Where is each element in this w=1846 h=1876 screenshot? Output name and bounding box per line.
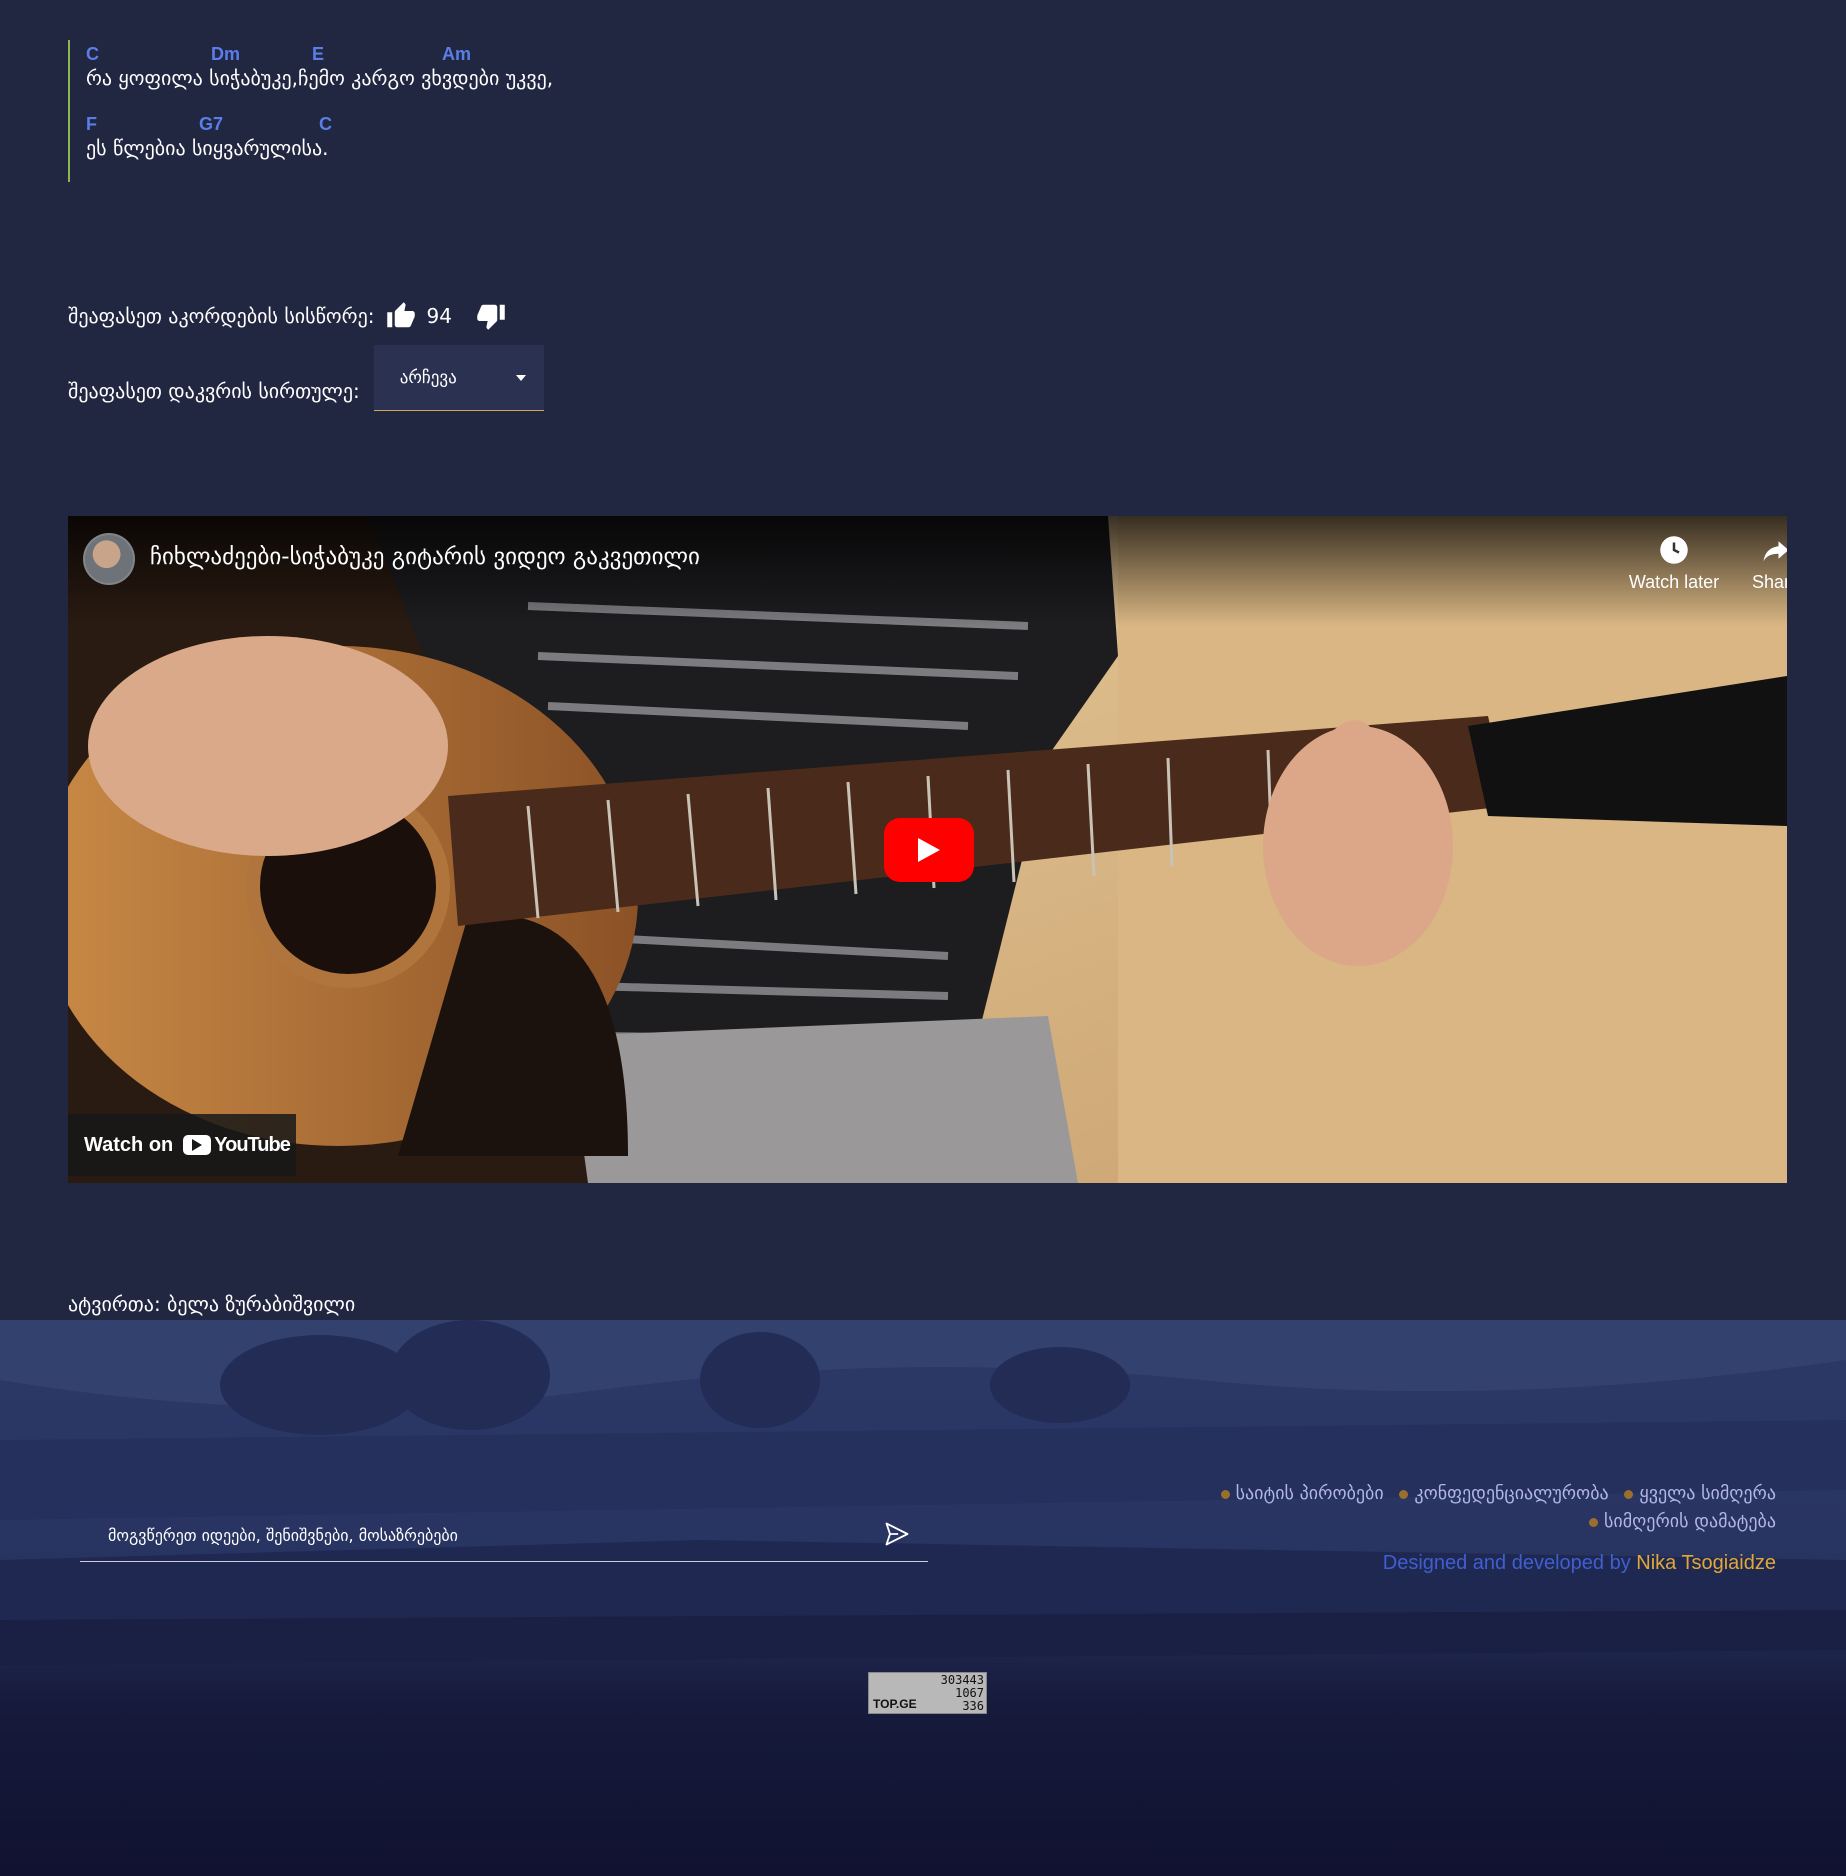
developer-credit: Designed and developed by Nika Tsogiaidz… [1383, 1552, 1776, 1575]
difficulty-select[interactable]: არჩევა [373, 345, 544, 411]
credit-prefix: Designed and developed by [1382, 1552, 1637, 1574]
lyric-text: ეს წლებია სიყვარულისა. [86, 136, 329, 160]
share-label: Share [1751, 572, 1787, 592]
developer-link[interactable]: Nika Tsogiaidze [1636, 1552, 1776, 1574]
difficulty-select-value: არჩევა [399, 367, 457, 388]
difficulty-rating: შეაფასეთ დაკვრის სირთულე: არჩევა [68, 344, 544, 412]
video-title[interactable]: ჩიხლაძეები-სიჭაბუკე გიტარის ვიდეო გაკვეთ… [150, 544, 700, 570]
chord[interactable]: E [312, 44, 324, 65]
watch-later-label: Watch later [1628, 572, 1720, 592]
chord[interactable]: C [319, 114, 332, 135]
play-button[interactable] [884, 818, 974, 882]
footer-link-terms[interactable]: საიტის პირობები [1236, 1483, 1384, 1504]
thumbs-down-icon[interactable] [474, 299, 508, 333]
clock-icon [1624, 532, 1724, 568]
footer-link-all-songs[interactable]: ყველა სიმღერა [1639, 1483, 1776, 1504]
bullet-icon [1624, 1489, 1634, 1499]
uploader-credit: ატვირთა: ბელა ზურაბიშვილი [68, 1292, 356, 1316]
counter-brand: TOP.GE [873, 1697, 917, 1711]
bullet-icon [1399, 1489, 1409, 1499]
vote-count: 94 [426, 304, 452, 328]
youtube-wordmark: YouTube [214, 1133, 291, 1156]
footer-link-privacy[interactable]: კონფედენციალურობა [1414, 1483, 1608, 1504]
accuracy-label: შეაფასეთ აკორდების სისწორე: [68, 304, 375, 328]
watch-on-label: Watch on [84, 1133, 174, 1156]
footer-links: საიტის პირობები კონფედენციალურობა ყველა … [1211, 1480, 1776, 1536]
accuracy-rating: შეაფასეთ აკორდების სისწორე: 94 [68, 298, 508, 334]
feedback-form [80, 1510, 928, 1562]
feedback-input[interactable] [108, 1526, 868, 1545]
chord[interactable]: Am [442, 44, 471, 65]
lyric-line-1: C Dm E Am რა ყოფილა სიჭაბუკე,ჩემო კარგო … [86, 40, 768, 110]
share-button[interactable]: Share [1726, 532, 1787, 593]
difficulty-label: შეაფასეთ დაკვრის სირთულე: [68, 379, 360, 403]
footer-link-add-song[interactable]: სიმღერის დამატება [1604, 1511, 1776, 1532]
footer-landscape [0, 1320, 1846, 1876]
watch-on-youtube-button[interactable]: Watch on YouTube [68, 1114, 296, 1176]
counter-value: 336 [962, 1699, 984, 1713]
share-icon [1726, 532, 1787, 568]
send-icon[interactable] [882, 1520, 912, 1552]
watch-later-button[interactable]: Watch later [1624, 532, 1724, 593]
channel-avatar[interactable] [83, 533, 135, 585]
youtube-embed[interactable]: ჩიხლაძეები-სიჭაბუკე გიტარის ვიდეო გაკვეთ… [68, 516, 1787, 1183]
chord[interactable]: F [86, 114, 97, 135]
lyric-line-2: F G7 C ეს წლებია სიყვარულისა. [86, 110, 768, 180]
chord[interactable]: G7 [199, 114, 223, 135]
youtube-logo-icon: YouTube [183, 1133, 291, 1157]
counter-values: 303443 1067 336 [941, 1674, 984, 1713]
lyric-text: რა ყოფილა სიჭაბუკე,ჩემო კარგო ვხვდები უკ… [86, 66, 554, 90]
footer: საიტის პირობები კონფედენციალურობა ყველა … [0, 1320, 1846, 1876]
top-ge-counter[interactable]: 303443 1067 336 TOP.GE [868, 1672, 987, 1714]
lyrics-block: C Dm E Am რა ყოფილა სიჭაბუკე,ჩემო კარგო … [68, 40, 768, 182]
chord[interactable]: C [86, 44, 99, 65]
video-top-overlay [68, 516, 1787, 626]
thumbs-up-icon[interactable] [384, 299, 418, 333]
chord[interactable]: Dm [211, 44, 240, 65]
play-icon [918, 838, 940, 862]
bullet-icon [1589, 1517, 1599, 1527]
bullet-icon [1220, 1489, 1230, 1499]
caret-down-icon [515, 374, 526, 381]
